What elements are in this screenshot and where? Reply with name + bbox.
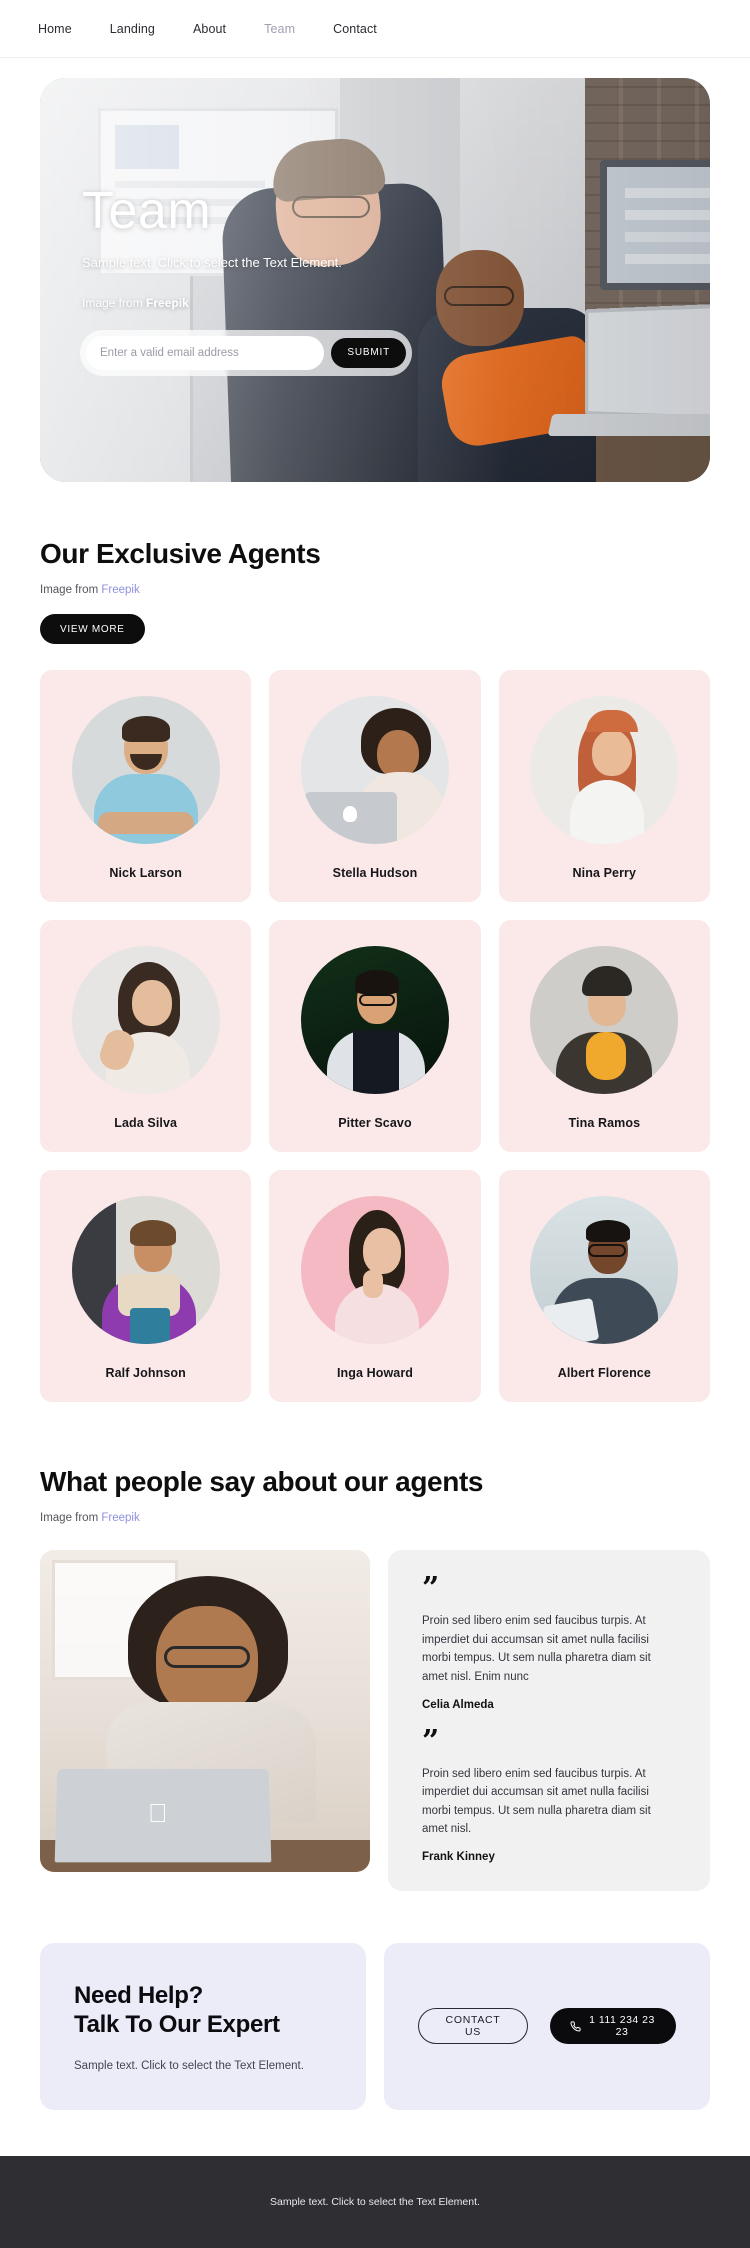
testimonial-item: ” Proin sed libero enim sed faucibus tur… [422,1571,676,1711]
agent-name: Inga Howard [336,1366,414,1380]
hero-title: Team [82,181,212,240]
footer-text: Sample text. Click to select the Text El… [270,2195,480,2208]
agent-photo [300,946,449,1094]
agent-name: Tina Ramos [568,1116,641,1130]
hero-section: Team Sample text. Click to select the Te… [0,58,750,482]
agents-credit-prefix: Image from [40,584,102,596]
testimonials-credit-link[interactable]: Freepik [101,1512,139,1524]
agent-name: Albert Florence [557,1366,651,1380]
view-more-button[interactable]: VIEW MORE [40,614,145,644]
agent-photo [71,696,220,844]
agent-card[interactable]: Inga Howard [269,1170,481,1402]
apple-logo-icon:  [148,1800,172,1828]
agent-card[interactable]: Pitter Scavo [269,920,481,1152]
agent-card[interactable]: Stella Hudson [269,670,481,902]
hero-subtitle: Sample text. Click to select the Text El… [82,254,342,270]
nav-item-team[interactable]: Team [264,22,295,36]
hero-credit-prefix: Image from [82,295,147,310]
agent-photo [530,946,679,1094]
phone-button[interactable]: 1 111 234 23 23 [549,2008,676,2045]
quote-icon: ” [422,1571,440,1606]
nav-item-landing[interactable]: Landing [110,22,155,36]
agent-card[interactable]: Tina Ramos [498,920,710,1152]
nav-item-home[interactable]: Home [38,22,72,36]
agent-card[interactable]: Nina Perry [498,670,710,902]
cta-text-card: Need Help? Talk To Our Expert Sample tex… [40,1943,366,2110]
nav-item-about[interactable]: About [193,22,226,36]
testimonial-item: ” Proin sed libero enim sed faucibus tur… [422,1723,676,1863]
cta-title-line1: Need Help? [74,1982,204,2009]
email-input[interactable] [86,335,325,370]
agent-name: Pitter Scavo [338,1116,412,1130]
testimonials-image-credit: Image from Freepik [40,1512,710,1524]
agent-photo [300,1196,449,1344]
agent-name: Nick Larson [109,866,182,880]
hero-banner: Team Sample text. Click to select the Te… [40,78,710,482]
cta-section: Need Help? Talk To Our Expert Sample tex… [0,1943,750,2110]
agents-image-credit: Image from Freepik [40,584,710,596]
nav-item-contact[interactable]: Contact [333,22,377,36]
cta-subtitle: Sample text. Click to select the Text El… [74,2059,304,2072]
testimonials-title: What people say about our agents [40,1466,484,1497]
page-footer: Sample text. Click to select the Text El… [0,2155,750,2248]
testimonials-list: ” Proin sed libero enim sed faucibus tur… [388,1550,710,1891]
submit-button[interactable]: SUBMIT [331,337,406,368]
agent-name: Lada Silva [114,1116,178,1130]
agent-photo [530,1196,679,1344]
hero-image-credit: Image from Freepik [82,296,710,310]
agent-photo [530,696,679,844]
testimonial-author: Celia Almeda [422,1698,494,1711]
testimonial-text: Proin sed libero enim sed faucibus turpi… [422,1615,651,1683]
agent-name: Nina Perry [572,866,637,880]
cta-layout: Need Help? Talk To Our Expert Sample tex… [40,1943,710,2110]
agent-name: Ralf Johnson [105,1366,186,1380]
agent-card[interactable]: Ralf Johnson [40,1170,252,1402]
cta-actions-card: CONTACT US 1 111 234 23 23 [384,1943,710,2110]
agents-grid: Nick Larson Stella Hudson Nina Perry Lad… [40,670,710,1402]
testimonial-author: Frank Kinney [422,1851,495,1863]
phone-number-label: 1 111 234 23 23 [589,2014,655,2039]
main-navigation: Home Landing About Team Contact [0,0,750,58]
testimonials-section: What people say about our agents Image f… [0,1466,750,1891]
testimonial-photo:  [40,1550,370,1872]
agents-section: Our Exclusive Agents Image from Freepik … [0,538,750,1402]
agent-card[interactable]: Lada Silva [40,920,252,1152]
hero-credit-source[interactable]: Freepik [146,296,189,310]
contact-us-button[interactable]: CONTACT US [418,2008,528,2045]
testimonial-text: Proin sed libero enim sed faucibus turpi… [422,1767,651,1836]
phone-icon [570,2021,581,2032]
agents-credit-link[interactable]: Freepik [101,584,139,596]
cta-title-line2: Talk To Our Expert [74,2011,280,2039]
testimonials-layout:  ” Proin sed libero enim sed faucibus t… [40,1550,710,1891]
testimonials-credit-prefix: Image from [40,1512,102,1524]
agent-photo [300,696,449,844]
agents-title: Our Exclusive Agents [40,538,321,569]
agent-photo [71,946,220,1094]
agent-card[interactable]: Albert Florence [498,1170,710,1402]
agent-photo [71,1196,220,1344]
cta-title: Need Help? Talk To Our Expert [74,1981,332,2040]
agent-name: Stella Hudson [332,866,418,880]
agent-card[interactable]: Nick Larson [40,670,252,902]
hero-subscribe-form: SUBMIT [80,329,412,376]
quote-icon: ” [422,1723,440,1759]
